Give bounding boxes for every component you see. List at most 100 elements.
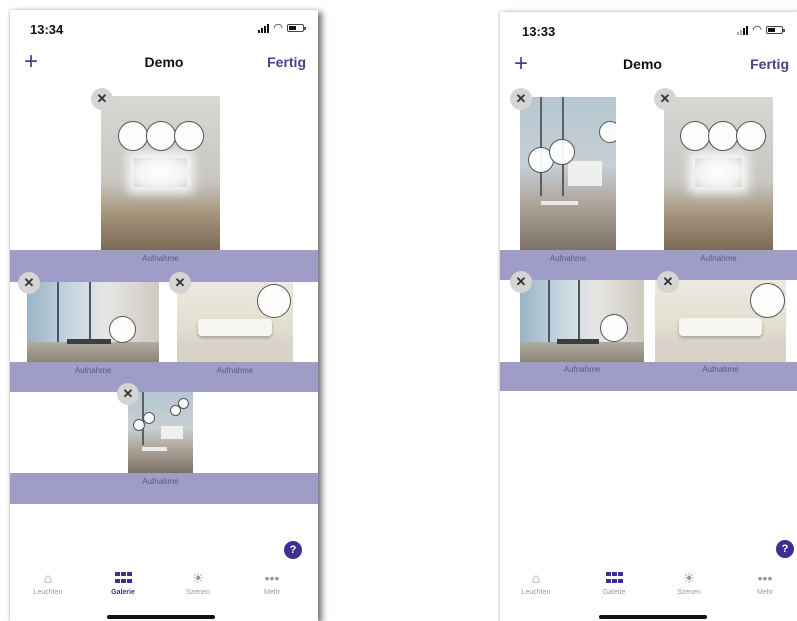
light-marker[interactable] xyxy=(600,314,628,342)
wifi-icon: ◠ xyxy=(752,24,762,36)
remove-image-button[interactable]: ✕ xyxy=(510,88,532,110)
light-panel xyxy=(134,157,187,187)
home-indicator[interactable] xyxy=(107,615,215,619)
gallery-image[interactable] xyxy=(177,282,293,362)
status-time: 13:34 xyxy=(30,22,64,37)
battery-icon xyxy=(287,24,306,32)
tab-szenen[interactable]: ☀ Szenen xyxy=(168,568,228,596)
remove-image-button[interactable]: ✕ xyxy=(169,272,191,294)
window-frame xyxy=(548,280,550,342)
tab-galerie[interactable]: Galerie xyxy=(93,568,153,596)
tab-galerie[interactable]: Galerie xyxy=(584,568,644,596)
desk xyxy=(557,338,600,344)
light-marker[interactable] xyxy=(708,121,738,151)
tab-label: Szenen xyxy=(186,589,210,596)
status-icons: ◠ xyxy=(258,22,306,34)
more-icon: ••• xyxy=(264,570,280,586)
tab-leuchten[interactable]: ⌂ Leuchten xyxy=(18,568,78,596)
sofa xyxy=(197,318,273,337)
tab-label: Leuchten xyxy=(521,589,551,596)
gallery-image[interactable] xyxy=(101,96,220,250)
floor xyxy=(27,342,159,362)
gallery-image[interactable] xyxy=(27,282,159,362)
floor xyxy=(520,341,644,362)
table xyxy=(142,447,167,452)
image-caption: Aufnahme xyxy=(216,366,254,375)
help-button[interactable]: ? xyxy=(776,540,794,558)
tab-leuchten[interactable]: ⌂ Leuchten xyxy=(506,568,566,596)
home-indicator[interactable] xyxy=(599,615,707,619)
image-caption: Aufnahme xyxy=(549,254,587,263)
remove-image-button[interactable]: ✕ xyxy=(654,88,676,110)
sofa xyxy=(678,317,763,336)
tab-label: Galerie xyxy=(111,589,135,596)
light-marker[interactable] xyxy=(257,284,291,318)
light-marker[interactable] xyxy=(118,121,148,151)
tab-szenen[interactable]: ☀ Szenen xyxy=(659,568,719,596)
image-caption: Aufnahme xyxy=(74,366,112,375)
light-marker[interactable] xyxy=(736,121,766,151)
light-marker[interactable] xyxy=(599,121,616,143)
signal-icon xyxy=(258,23,270,33)
light-marker[interactable] xyxy=(174,121,204,151)
wifi-icon: ◠ xyxy=(273,22,283,34)
remove-image-button[interactable]: ✕ xyxy=(18,272,40,294)
light-panel xyxy=(694,158,743,188)
light-marker[interactable] xyxy=(680,121,710,151)
remove-image-button[interactable]: ✕ xyxy=(117,383,139,405)
more-icon: ••• xyxy=(757,570,773,586)
light-marker[interactable] xyxy=(549,139,575,165)
battery-icon xyxy=(766,26,785,34)
navigation-bar: + Demo Fertig xyxy=(10,48,318,80)
grid-icon xyxy=(605,572,623,585)
done-button[interactable]: Fertig xyxy=(750,56,789,72)
light-marker[interactable] xyxy=(146,121,176,151)
tab-label: Mehr xyxy=(264,589,280,596)
window-frame xyxy=(89,282,91,342)
light-marker[interactable] xyxy=(109,316,136,343)
desk xyxy=(66,339,112,345)
floor xyxy=(655,345,786,362)
wall-panel xyxy=(568,161,602,186)
image-caption: Aufnahme xyxy=(702,365,739,374)
status-bar: 13:33 ◠ xyxy=(500,12,797,42)
gallery-image[interactable] xyxy=(655,280,786,362)
phone-screen-right: 13:33 ◠ + Demo Fertig ✕ Aufnahme ✕ Aufna… xyxy=(500,12,797,621)
status-icons: ◠ xyxy=(737,24,785,36)
tab-mehr[interactable]: ••• Mehr xyxy=(242,568,302,596)
tab-bar: ⌂ Leuchten Galerie ☀ Szenen ••• Mehr xyxy=(500,568,797,612)
tab-label: Szenen xyxy=(677,589,701,596)
light-marker[interactable] xyxy=(143,412,155,424)
floor xyxy=(177,346,293,362)
image-caption: Aufnahme xyxy=(142,254,179,263)
signal-icon xyxy=(737,25,749,35)
image-caption: Aufnahme xyxy=(563,365,601,374)
light-marker[interactable] xyxy=(750,283,785,318)
tab-label: Galerie xyxy=(602,589,626,596)
remove-image-button[interactable]: ✕ xyxy=(657,271,679,293)
gallery-image[interactable] xyxy=(520,97,616,250)
sun-icon: ☀ xyxy=(682,570,696,586)
grid-icon xyxy=(114,572,132,585)
gallery-image[interactable] xyxy=(128,392,193,473)
help-button[interactable]: ? xyxy=(284,541,302,559)
image-caption: Aufnahme xyxy=(142,477,179,486)
tab-label: Mehr xyxy=(757,589,773,596)
gallery-image[interactable] xyxy=(520,280,644,362)
navigation-bar: + Demo Fertig xyxy=(500,50,797,82)
sun-icon: ☀ xyxy=(191,570,205,586)
tab-mehr[interactable]: ••• Mehr xyxy=(735,568,795,596)
remove-image-button[interactable]: ✕ xyxy=(91,88,113,110)
remove-image-button[interactable]: ✕ xyxy=(510,271,532,293)
phone-screen-left: 13:34 ◠ + Demo Fertig ✕ Aufnahme ✕ Aufna… xyxy=(10,10,318,621)
ceiling-lamp-icon: ⌂ xyxy=(43,570,53,586)
table xyxy=(541,201,578,206)
status-time: 13:33 xyxy=(522,24,556,39)
tab-label: Leuchten xyxy=(33,589,63,596)
window-frame xyxy=(578,280,580,342)
done-button[interactable]: Fertig xyxy=(267,54,306,70)
image-caption: Aufnahme xyxy=(700,254,737,263)
light-marker[interactable] xyxy=(178,398,189,409)
tab-bar: ⌂ Leuchten Galerie ☀ Szenen ••• Mehr xyxy=(10,568,318,612)
gallery-image[interactable] xyxy=(664,97,773,250)
